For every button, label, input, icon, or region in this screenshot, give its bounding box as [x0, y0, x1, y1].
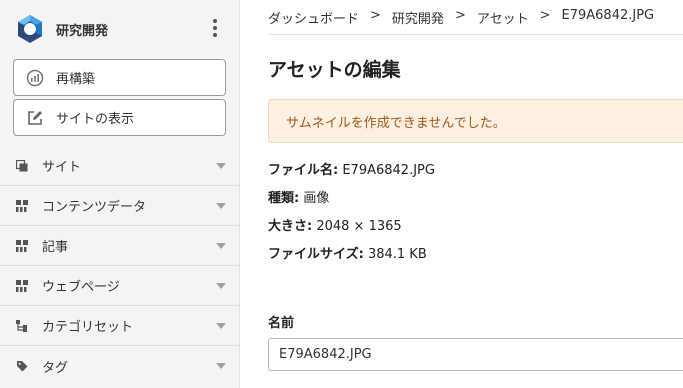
- breadcrumb-assets-link[interactable]: アセット: [477, 8, 529, 27]
- asset-type: 種類: 画像: [268, 187, 329, 206]
- breadcrumb-current: E79A6842.JPG: [561, 8, 655, 23]
- asset-dimensions-label: 大きさ:: [268, 219, 313, 234]
- rebuild-gauge-icon: [26, 69, 44, 87]
- breadcrumb: ダッシュボード > 研究開発 > アセット > E79A6842.JPG: [268, 8, 654, 27]
- sidebar-item-label: コンテンツデータ: [42, 200, 147, 215]
- chevron-down-icon[interactable]: [216, 243, 226, 249]
- asset-dimensions-value: 2048 × 1365: [316, 219, 402, 234]
- site-name[interactable]: 研究開発: [56, 20, 108, 39]
- entries-icon: [16, 239, 28, 252]
- tag-icon: [16, 360, 28, 372]
- site-logo-icon[interactable]: [14, 13, 46, 45]
- sidebar-item-label: カテゴリセット: [42, 320, 134, 335]
- alert-message: サムネイルを作成できませんでした。: [286, 115, 506, 131]
- sidebar-item-label: ウェブページ: [42, 280, 120, 295]
- sidebar-item-sites[interactable]: サイト: [0, 146, 240, 186]
- chevron-down-icon[interactable]: [216, 163, 226, 169]
- content-data-icon: [16, 199, 28, 212]
- breadcrumb-separator: >: [370, 8, 381, 23]
- asset-filename: ファイル名: E79A6842.JPG: [268, 159, 435, 178]
- name-field-label: 名前: [268, 316, 295, 331]
- asset-filesize: ファイルサイズ: 384.1 KB: [268, 243, 427, 262]
- main-content: ダッシュボード > 研究開発 > アセット > E79A6842.JPG アセッ…: [241, 0, 683, 388]
- name-field[interactable]: [268, 338, 683, 371]
- chevron-down-icon[interactable]: [216, 203, 226, 209]
- sidebar-item-category-sets[interactable]: カテゴリセット: [0, 306, 240, 346]
- rebuild-button[interactable]: 再構築: [13, 59, 226, 96]
- category-set-icon: [16, 319, 28, 332]
- breadcrumb-site-link[interactable]: 研究開発: [392, 8, 444, 27]
- breadcrumb-dashboard-link[interactable]: ダッシュボード: [268, 8, 359, 27]
- asset-type-value: 画像: [303, 191, 330, 206]
- sidebar-item-entries[interactable]: 記事: [0, 226, 240, 266]
- view-site-button[interactable]: サイトの表示: [13, 99, 226, 136]
- breadcrumb-separator: >: [454, 8, 466, 23]
- view-site-button-label: サイトの表示: [56, 112, 135, 127]
- breadcrumb-separator: >: [539, 8, 551, 23]
- warning-alert: サムネイルを作成できませんでした。: [268, 99, 683, 143]
- asset-filesize-value: 384.1 KB: [367, 247, 427, 262]
- asset-filename-label: ファイル名:: [268, 163, 339, 178]
- asset-filesize-label: ファイルサイズ:: [268, 247, 364, 262]
- webpages-icon: [16, 279, 28, 292]
- sidebar-item-content-data[interactable]: コンテンツデータ: [0, 186, 240, 226]
- sites-icon: [16, 159, 28, 172]
- page-title: アセットの編集: [268, 59, 401, 81]
- sidebar-item-webpages[interactable]: ウェブページ: [0, 266, 240, 306]
- asset-type-label: 種類:: [268, 191, 300, 206]
- chevron-down-icon[interactable]: [216, 363, 226, 369]
- sidebar-item-label: サイト: [42, 160, 82, 175]
- chevron-down-icon[interactable]: [216, 323, 226, 329]
- breadcrumb-divider: [268, 34, 683, 35]
- asset-dimensions: 大きさ: 2048 × 1365: [268, 215, 402, 234]
- sidebar: 研究開発 再構築 サイトの表示 サイト コンテンツデータ 記事 ウェブページ カ…: [0, 0, 240, 388]
- sidebar-item-tags[interactable]: タグ: [0, 346, 240, 386]
- edit-square-icon: [26, 109, 44, 127]
- more-options-icon[interactable]: [213, 19, 217, 37]
- sidebar-item-label: 記事: [42, 240, 69, 255]
- chevron-down-icon[interactable]: [216, 283, 226, 289]
- site-header: 研究開発: [0, 0, 239, 58]
- asset-filename-value: E79A6842.JPG: [342, 163, 435, 178]
- rebuild-button-label: 再構築: [56, 72, 96, 87]
- sidebar-nav: サイト コンテンツデータ 記事 ウェブページ カテゴリセット タグ: [0, 146, 240, 386]
- sidebar-item-label: タグ: [42, 360, 69, 376]
